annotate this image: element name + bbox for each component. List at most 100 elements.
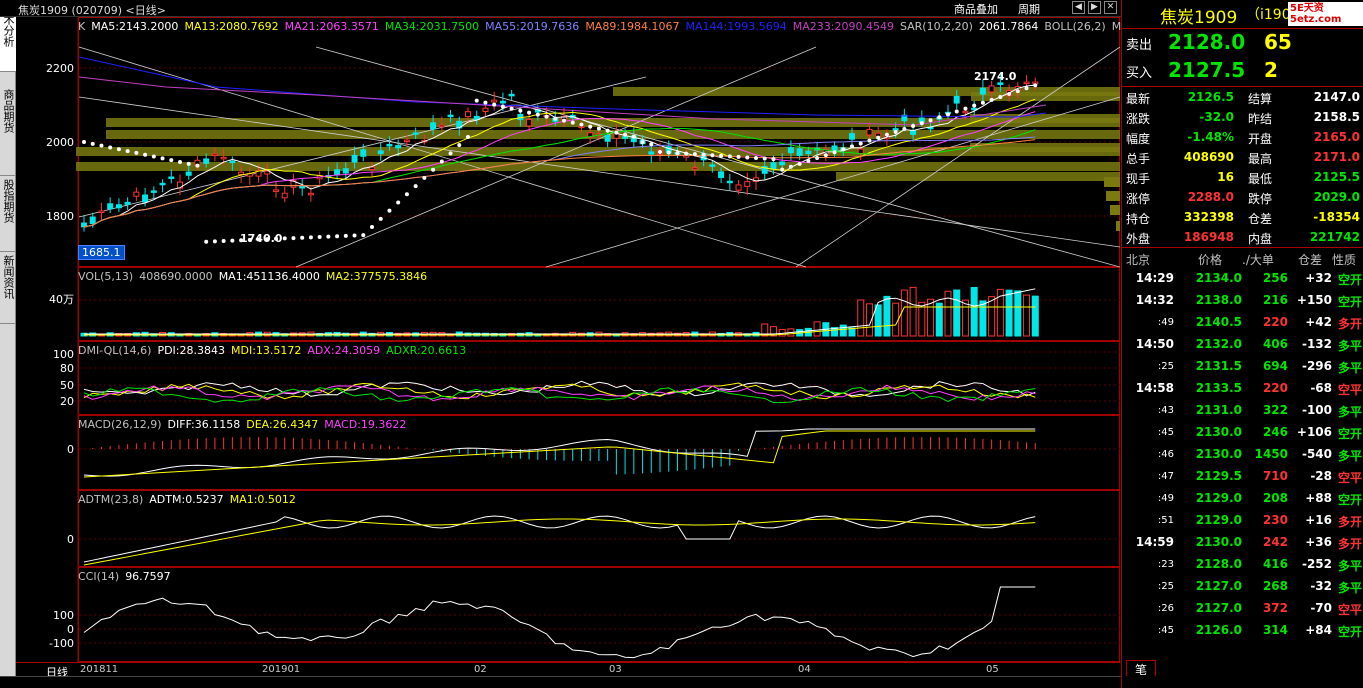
legend-item: VOL(5,13) xyxy=(78,270,134,283)
legend-item: MDI:13.5172 xyxy=(231,344,302,357)
legend-item: ADTM:0.5237 xyxy=(149,493,224,506)
stat-value: 2125.5 xyxy=(1313,170,1360,184)
tick-header-type: 性质 xyxy=(1332,253,1357,267)
tick-type: 多平 xyxy=(1337,361,1362,375)
stats-row: 持仓 332398 仓差 -18354 xyxy=(1122,207,1363,227)
legend-item: ADXR:20.6613 xyxy=(386,344,467,357)
sar-dot xyxy=(108,145,113,150)
tick-vol: 246 xyxy=(1262,425,1288,439)
sar-dot xyxy=(640,140,645,145)
tick-row[interactable]: :23 2128.0 416 -252 多平 xyxy=(1122,553,1363,575)
tick-time: :45 xyxy=(1157,625,1174,636)
tick-row[interactable]: :49 2129.0 208 +88 空开 xyxy=(1122,487,1363,509)
sar-dot xyxy=(876,135,881,140)
sar-dot xyxy=(230,238,235,243)
sar-dot xyxy=(884,132,889,137)
chart-area[interactable]: K MA5:2143.2000 MA13:2080.7692 MA21:2063.35… xyxy=(16,17,1121,662)
candle-body xyxy=(691,167,698,170)
sar-dot xyxy=(754,156,758,160)
sar-dot xyxy=(544,114,549,119)
sar-dot xyxy=(308,235,313,240)
tick-type: 空开 xyxy=(1337,625,1362,639)
close-button[interactable]: ✕ xyxy=(1104,1,1117,14)
sar-dot xyxy=(623,132,628,137)
sar-dot xyxy=(431,167,436,172)
macd-dea xyxy=(83,430,1036,478)
tab-news[interactable]: 新闻资讯 xyxy=(0,252,16,324)
period-button[interactable]: 周期 xyxy=(1016,1,1042,17)
tick-row[interactable]: 14:58 2133.5 220 -68 空平 xyxy=(1122,377,1363,399)
contract-name: 焦炭1909 xyxy=(1160,8,1238,28)
candle-body xyxy=(910,130,917,135)
legend-item: CCI(14) xyxy=(78,570,120,583)
candle-body xyxy=(770,162,777,170)
tick-row[interactable]: :45 2126.0 314 +84 空开 xyxy=(1122,619,1363,641)
tab-label: 新闻资讯 xyxy=(2,255,15,299)
tick-price: 2130.0 xyxy=(1195,447,1242,461)
tick-list[interactable]: 14:29 2134.0 256 +32 空开 14:32 2138.0 216 +150 空开:… xyxy=(1122,267,1363,660)
candle-body xyxy=(709,164,716,167)
candle-body xyxy=(988,85,995,93)
tick-row[interactable]: 14:32 2138.0 216 +150 空开 xyxy=(1122,289,1363,311)
tick-price: 2129.0 xyxy=(1195,491,1242,505)
tick-row[interactable]: :43 2131.0 322 -100 多平 xyxy=(1122,399,1363,421)
legend-item: MACD:19.3622 xyxy=(324,418,407,431)
candle-body xyxy=(482,107,489,112)
tick-row[interactable]: :26 2127.0 372 -70 空平 xyxy=(1122,597,1363,619)
tick-time: :26 xyxy=(1157,603,1174,614)
sar-dot xyxy=(980,100,985,105)
stats-table: 最新 2126.5 结算 2147.0 涨跌 -32.0 昨结 2158.5 幅度 -1.48% 开… xyxy=(1122,86,1363,246)
stat-value: 2126.5 xyxy=(1187,90,1234,104)
tick-row[interactable]: 14:50 2132.0 406 -132 多平 xyxy=(1122,333,1363,355)
tick-time: :23 xyxy=(1157,559,1174,570)
tick-row[interactable]: :45 2130.0 246 +106 空开 xyxy=(1122,421,1363,443)
candle-body xyxy=(508,93,515,97)
tick-type: 多平 xyxy=(1337,559,1362,573)
tick-vol: 322 xyxy=(1262,403,1288,417)
candle-body xyxy=(124,201,131,205)
candle-body xyxy=(796,148,803,156)
tick-price: 2138.0 xyxy=(1195,293,1242,307)
x-tick: 02 xyxy=(474,664,487,675)
legend-item: SAR(10,2,20) xyxy=(899,20,973,33)
sar-dot xyxy=(675,151,680,156)
tick-time: :46 xyxy=(1157,449,1174,460)
tick-row[interactable]: 14:59 2130.0 242 +36 多开 xyxy=(1122,531,1363,553)
bid-price: 2127.5 xyxy=(1168,58,1246,82)
tab-index-futures[interactable]: 股指期货 xyxy=(0,176,16,252)
tick-row[interactable]: :49 2140.5 220 +42 多开 xyxy=(1122,311,1363,333)
candle-body xyxy=(857,148,864,155)
macd-legend: MACD(26,12,9) DIFF:36.1158 DEA:26.4347 MACD… xyxy=(78,418,406,431)
sar-dot xyxy=(186,161,191,166)
sar-dot xyxy=(527,110,532,115)
candle-body xyxy=(412,132,419,135)
tab-commodity-futures[interactable]: 商品期货 xyxy=(0,86,16,176)
tab-tick[interactable]: 笔 xyxy=(1126,660,1156,677)
tick-row[interactable]: :47 2129.5 710 -28 空平 xyxy=(1122,465,1363,487)
tick-row[interactable]: :25 2127.0 268 -32 多平 xyxy=(1122,575,1363,597)
candle-body xyxy=(307,192,314,196)
stats-row: 涨跌 -32.0 昨结 2158.5 xyxy=(1122,107,1363,127)
candle-body xyxy=(604,135,611,142)
candle-body xyxy=(203,158,210,164)
tick-row[interactable]: :51 2129.0 230 +16 多开 xyxy=(1122,509,1363,531)
candle-body xyxy=(849,133,855,140)
x-tick: 03 xyxy=(609,664,622,675)
sar-dot xyxy=(343,233,348,238)
tick-row[interactable]: 14:29 2134.0 256 +32 空开 xyxy=(1122,267,1363,289)
candle-body xyxy=(997,82,1004,85)
volume-bar xyxy=(839,324,847,337)
overlay-commodity-button[interactable]: 商品叠加 xyxy=(952,1,1000,17)
next-button[interactable]: ▶ xyxy=(1088,1,1101,14)
tick-row[interactable]: :25 2131.5 694 -296 多平 xyxy=(1122,355,1363,377)
tick-row[interactable]: :46 2130.0 1450 -540 多平 xyxy=(1122,443,1363,465)
prev-button[interactable]: ◀ xyxy=(1072,1,1085,14)
stat-label: 最低 xyxy=(1248,172,1273,186)
tick-type: 空平 xyxy=(1337,471,1362,485)
tick-oi: +36 xyxy=(1305,535,1332,549)
sar-dot xyxy=(631,134,636,139)
tick-price: 2132.0 xyxy=(1195,337,1242,351)
candle-body xyxy=(622,136,629,139)
y-tick: 50 xyxy=(60,379,74,392)
tick-type: 多平 xyxy=(1337,339,1362,353)
